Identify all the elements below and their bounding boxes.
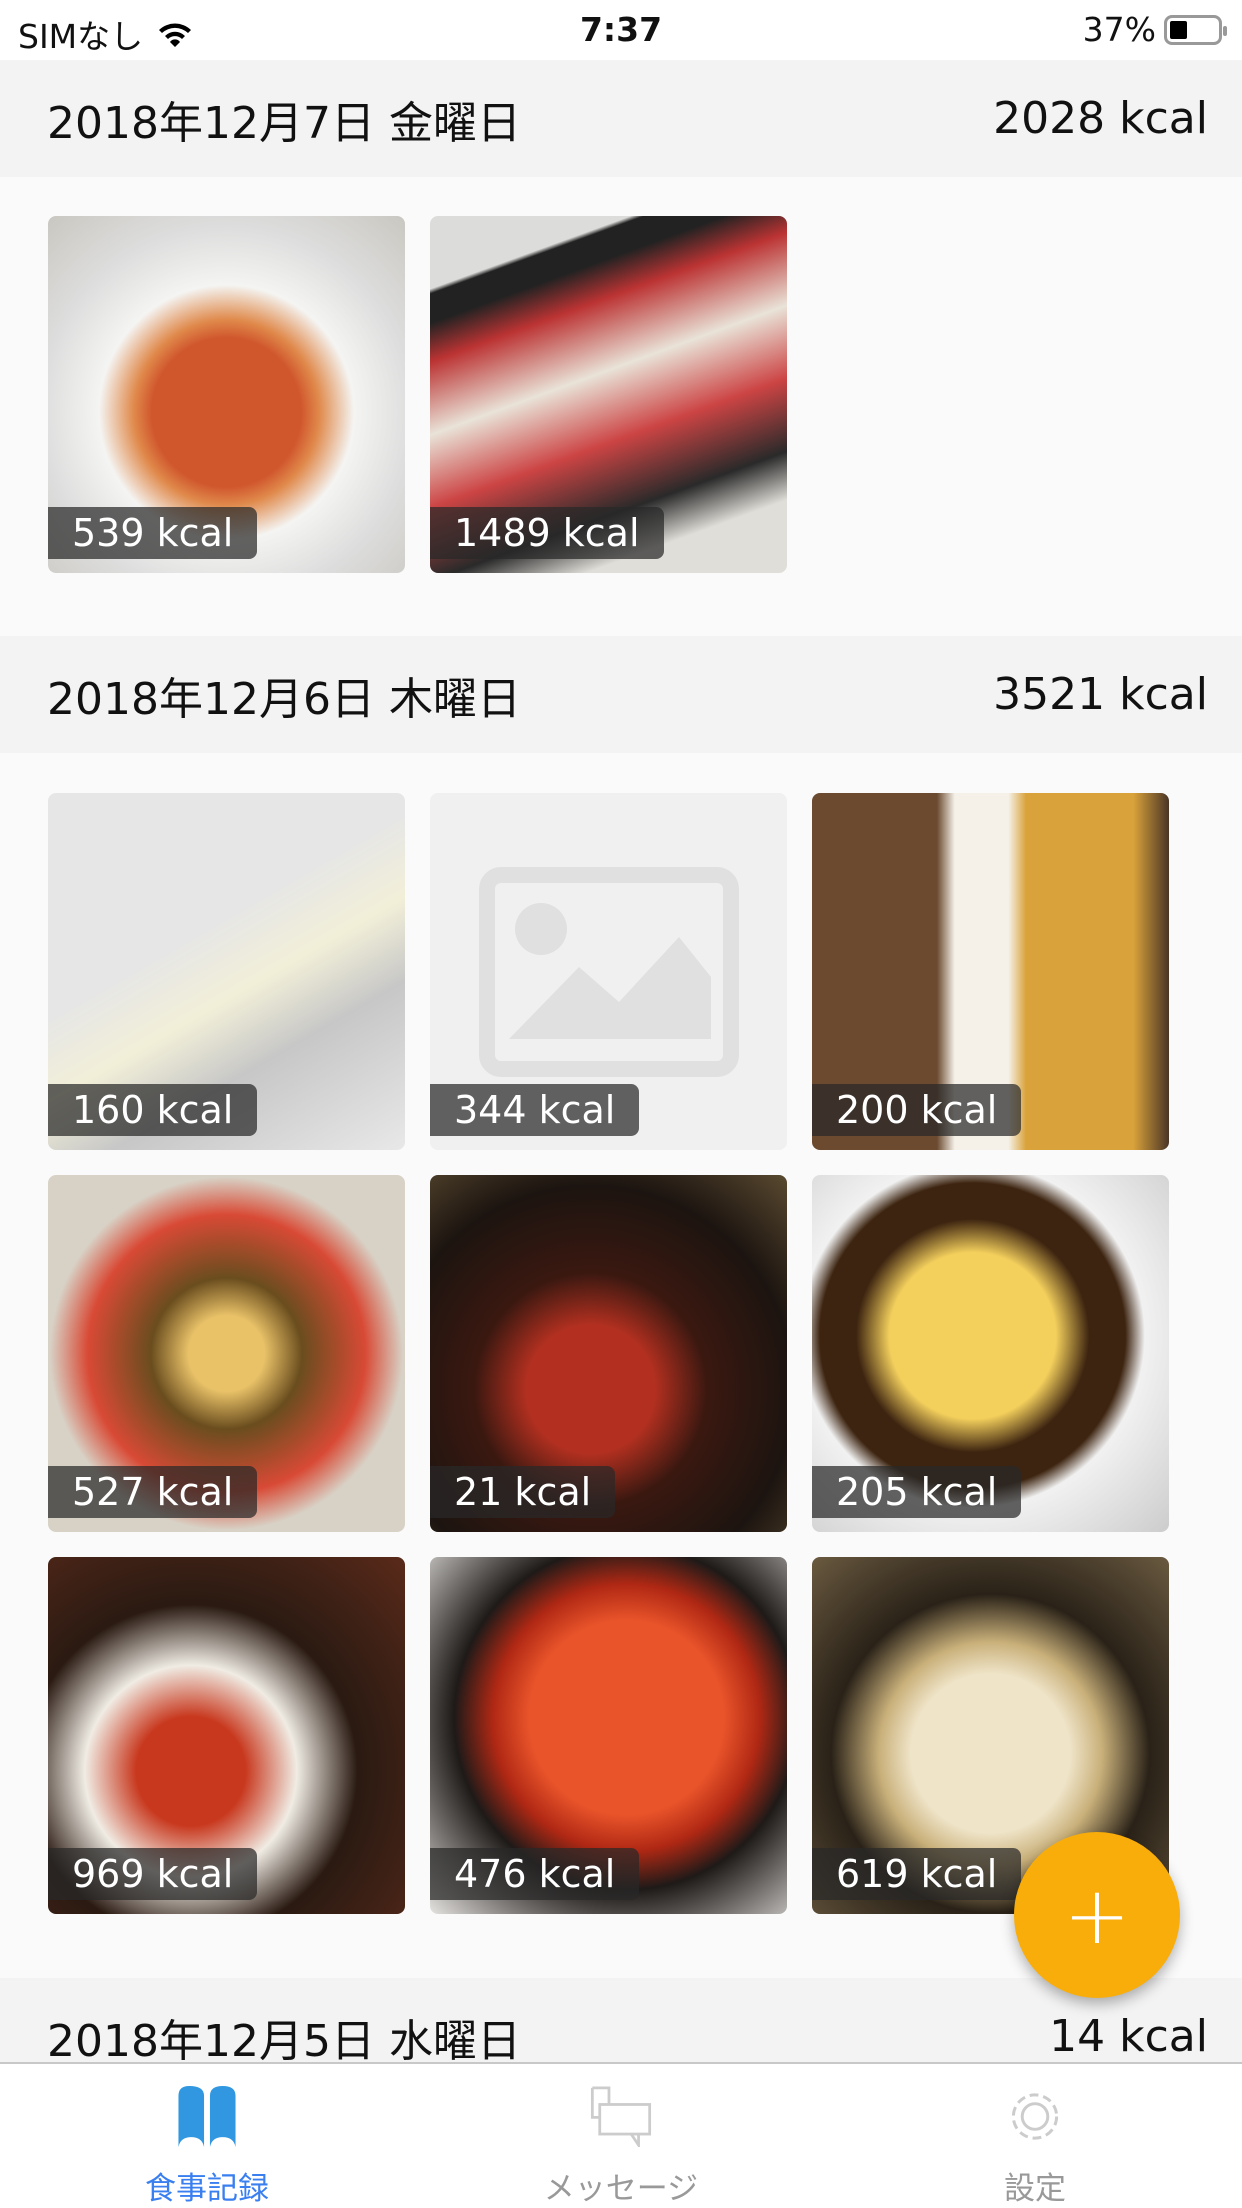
chat-icon (590, 2086, 652, 2147)
tab-settings[interactable]: 設定 (828, 2064, 1242, 2208)
meal-tile[interactable]: 1489 kcal (430, 216, 787, 573)
meal-tile[interactable]: 21 kcal (430, 1175, 787, 1532)
clock: 7:37 (579, 10, 663, 49)
meal-tile[interactable]: 527 kcal (48, 1175, 405, 1532)
meal-tile[interactable]: 160 kcal (48, 793, 405, 1150)
meal-tile[interactable]: 539 kcal (48, 216, 405, 573)
meal-kcal: 969 kcal (48, 1848, 258, 1900)
tab-bar: 食事記録 メッセージ 設定 (0, 2062, 1242, 2208)
meal-kcal: 200 kcal (812, 1084, 1022, 1136)
meal-kcal: 476 kcal (430, 1848, 640, 1900)
gear-icon (1011, 2093, 1059, 2140)
meal-kcal: 344 kcal (430, 1084, 640, 1136)
add-meal-button[interactable]: + (1014, 1832, 1180, 1998)
book-icon (178, 2086, 236, 2147)
tab-label: メッセージ (543, 2171, 699, 2207)
day-date: 2018年12月5日 水曜日 (47, 2015, 521, 2067)
day-header: 2018年12月6日 木曜日 3521 kcal (0, 636, 1242, 753)
meal-kcal: 539 kcal (48, 507, 258, 559)
meal-tile[interactable]: 200 kcal (812, 793, 1169, 1150)
meal-tile[interactable]: 344 kcal (430, 793, 787, 1150)
meal-tile[interactable]: 476 kcal (430, 1557, 787, 1914)
meal-kcal: 160 kcal (48, 1084, 258, 1136)
day-date: 2018年12月6日 木曜日 (47, 673, 521, 725)
meal-kcal: 527 kcal (48, 1466, 258, 1518)
status-bar: SIMなし 7:37 37% (0, 0, 1242, 60)
day-total: 14 kcal (1049, 2011, 1208, 2062)
day-total: 3521 kcal (993, 669, 1208, 720)
meal-grid: 539 kcal 1489 kcal (48, 216, 1169, 573)
tab-label: 設定 (1004, 2171, 1066, 2207)
battery-icon (1164, 14, 1227, 45)
meal-grid: 160 kcal 344 kcal 200 kcal 527 kcal 21 k… (48, 793, 1169, 1914)
meal-kcal: 619 kcal (812, 1848, 1022, 1900)
image-placeholder-icon (478, 866, 739, 1077)
day-header: 2018年12月7日 金曜日 2028 kcal (0, 60, 1242, 177)
meal-tile[interactable]: 969 kcal (48, 1557, 405, 1914)
day-total: 2028 kcal (993, 93, 1208, 144)
battery-percent: 37% (1082, 10, 1156, 49)
meal-kcal: 1489 kcal (430, 507, 664, 559)
meal-kcal: 205 kcal (812, 1466, 1022, 1518)
tab-messages[interactable]: メッセージ (414, 2064, 828, 2208)
tab-meal-log[interactable]: 食事記録 (0, 2064, 414, 2208)
meal-kcal: 21 kcal (430, 1466, 616, 1518)
tab-label: 食事記録 (145, 2171, 269, 2207)
day-date: 2018年12月7日 金曜日 (47, 97, 521, 149)
meal-tile[interactable]: 205 kcal (812, 1175, 1169, 1532)
